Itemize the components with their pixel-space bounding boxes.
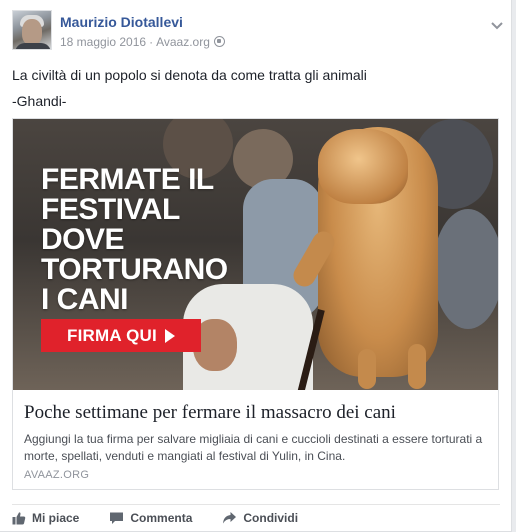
post-date[interactable]: 18 maggio 2016 [60,35,146,49]
avatar[interactable] [12,10,52,50]
share-button[interactable]: Condividi [222,511,298,525]
post-text: La civiltà di un popolo si denota da com… [12,64,500,112]
link-description: Aggiungi la tua firma per salvare miglia… [24,432,483,463]
link-preview[interactable]: FERMATE IL FESTIVAL DOVE TORTURANO I CAN… [12,118,499,490]
post-text-line: La civiltà di un popolo si denota da com… [12,67,367,83]
comment-label: Commenta [130,510,193,525]
dog-leg [408,344,426,389]
meta-separator: · [149,35,154,49]
link-caption[interactable]: Poche settimane per fermare il massacro … [13,390,498,489]
like-label: Mi piace [32,510,80,525]
comment-button[interactable]: Commenta [109,511,192,525]
crowd-figure [433,209,498,329]
post-text-signature: -Ghandi- [12,93,67,109]
link-title[interactable]: Poche settimane per fermare il massacro … [24,402,487,424]
dog-leg [358,349,376,389]
link-domain: AVAAZ.ORG [24,469,90,481]
image-headline-line: TORTURANO [41,253,228,286]
author-name[interactable]: Maurizio Diotallevi [60,14,183,30]
dog-head [318,129,408,204]
like-button[interactable]: Mi piace [12,511,79,525]
image-headline-line: FERMATE IL [41,163,214,196]
image-headline-line: FESTIVAL [41,193,180,226]
post-header: Maurizio Diotallevi 18 maggio 2016 · Avaaz… [12,10,503,54]
play-arrow-icon [164,328,175,343]
comment-icon [110,512,124,524]
avatar-shirt [15,43,51,49]
image-headline-line: DOVE [41,223,125,256]
thumbs-up-icon [12,511,26,524]
chevron-down-icon[interactable] [490,18,504,32]
image-headline-line: I CANI [41,283,129,316]
link-preview-image[interactable]: FERMATE IL FESTIVAL DOVE TORTURANO I CAN… [13,119,498,390]
post-source[interactable]: Avaaz.org [156,35,210,49]
post-card: Maurizio Diotallevi 18 maggio 2016 · Avaaz… [0,0,512,532]
share-arrow-icon [223,511,237,523]
post-meta: 18 maggio 2016 · Avaaz.org [60,35,225,49]
post-actions: Mi piace Commenta Condividi [12,504,500,530]
sign-here-label: FIRMA QUI [67,325,157,345]
globe-icon[interactable] [213,36,225,47]
avatar-face [22,19,42,45]
image-headline: FERMATE IL FESTIVAL DOVE TORTURANO I CAN… [41,165,241,315]
share-label: Condividi [243,510,299,525]
sign-here-button[interactable]: FIRMA QUI [41,319,201,352]
